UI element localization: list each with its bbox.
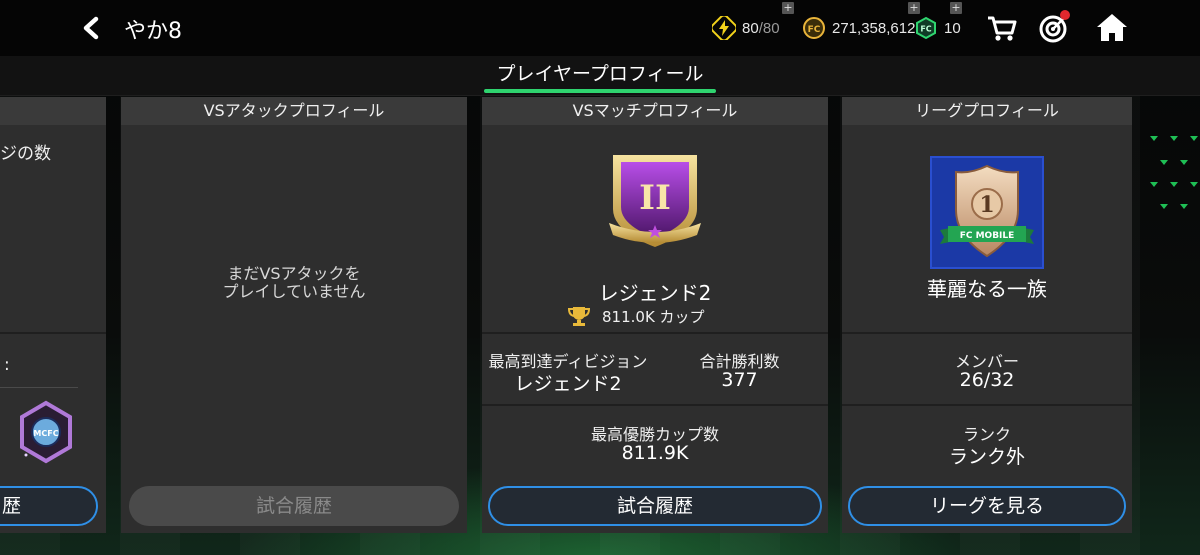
points-value: 10 bbox=[944, 19, 961, 37]
best-division-value: レジェンド2 bbox=[514, 373, 622, 395]
league-badge-number: 1 bbox=[979, 192, 994, 218]
svg-text:MCFC: MCFC bbox=[33, 429, 58, 438]
energy-icon bbox=[712, 16, 736, 40]
cups-row: 811.0K カップ bbox=[566, 305, 705, 327]
league-name: 華麗なる一族 bbox=[927, 277, 1047, 301]
vs-attack-match-history-button: 試合履歴 bbox=[129, 486, 459, 526]
back-arrow-icon[interactable] bbox=[80, 16, 102, 40]
decorative-arrows bbox=[1150, 136, 1198, 209]
vs-match-title: VSマッチプロフィール bbox=[482, 97, 828, 125]
vs-match-history-button[interactable]: 試合履歴 bbox=[488, 486, 822, 526]
league-badge: 1 FC MOBILE bbox=[930, 156, 1044, 269]
partial-colon: : bbox=[4, 355, 10, 375]
vs-attack-title: VSアタックプロフィール bbox=[121, 97, 467, 125]
notification-dot bbox=[1060, 10, 1070, 20]
svg-text:FC: FC bbox=[920, 25, 931, 34]
legend-rank-badge-icon: II bbox=[609, 155, 701, 247]
active-tab-indicator bbox=[484, 89, 716, 93]
league-title: リーグプロフィール bbox=[842, 97, 1132, 125]
vs-match-panel: VSマッチプロフィール II レジェンド2 811.0K カップ 最高到達ディビ… bbox=[482, 97, 828, 533]
partial-button-label: 歴 bbox=[2, 495, 22, 517]
partial-match-history-button[interactable]: 歴 bbox=[0, 486, 98, 526]
add-energy-icon[interactable]: + bbox=[782, 2, 794, 14]
divider bbox=[842, 404, 1132, 406]
fc-points-icon: FC bbox=[916, 16, 936, 40]
coin-icon: FC bbox=[803, 17, 825, 39]
badge-numeral: II bbox=[639, 178, 671, 218]
points-counter[interactable]: FC 10 + bbox=[914, 2, 962, 44]
divider bbox=[0, 332, 106, 334]
divider bbox=[482, 404, 828, 406]
league-badge-ribbon: FC MOBILE bbox=[960, 231, 1015, 241]
rank-name: レジェンド2 bbox=[598, 281, 712, 305]
page-title: やか8 bbox=[124, 19, 182, 44]
coins-counter[interactable]: FC 271,358,612 + bbox=[802, 2, 920, 44]
vs-attack-panel: VSアタックプロフィール まだVSアタックを プレイしていません 試合履歴 bbox=[121, 97, 467, 533]
club-crest-icon: MCFC bbox=[20, 400, 72, 464]
divider bbox=[842, 332, 1132, 334]
home-icon[interactable] bbox=[1094, 10, 1130, 46]
rank-value: ランク外 bbox=[948, 446, 1025, 468]
svg-text:FC: FC bbox=[808, 25, 821, 35]
tab-bar: プレイヤープロフィール bbox=[0, 56, 1200, 96]
energy-current: 80 bbox=[742, 19, 759, 37]
divider bbox=[0, 387, 78, 388]
max-cups-value: 811.9K bbox=[621, 442, 689, 464]
trophy-icon bbox=[567, 307, 591, 326]
total-wins-value: 377 bbox=[721, 369, 758, 391]
add-points-icon[interactable]: + bbox=[950, 2, 962, 14]
objectives-button[interactable] bbox=[1036, 10, 1072, 46]
top-bar: やか8 80 /80 + FC 271,358,612 + FC 10 + bbox=[0, 0, 1200, 56]
divider bbox=[482, 332, 828, 334]
league-panel: リーグプロフィール 1 FC MOBILE 華麗なる一族 メンバー 26/32 … bbox=[842, 97, 1132, 533]
view-league-button[interactable]: リーグを見る bbox=[848, 486, 1126, 526]
vs-attack-empty-line2: プレイしていません bbox=[222, 282, 366, 301]
cups-value: 811.0K カップ bbox=[602, 307, 705, 326]
partial-panel-left: ジの数 : MCFC 歴 bbox=[0, 97, 106, 533]
members-value: 26/32 bbox=[959, 369, 1015, 391]
energy-counter[interactable]: 80 /80 + bbox=[712, 2, 794, 44]
energy-max: /80 bbox=[758, 19, 780, 37]
partial-panel-text: ジの数 bbox=[0, 144, 51, 164]
coins-value: 271,358,612 bbox=[832, 19, 916, 37]
partial-panel-header bbox=[0, 97, 106, 125]
league-shield-icon: 1 FC MOBILE bbox=[940, 164, 1034, 258]
shopping-cart-icon[interactable] bbox=[984, 10, 1020, 46]
